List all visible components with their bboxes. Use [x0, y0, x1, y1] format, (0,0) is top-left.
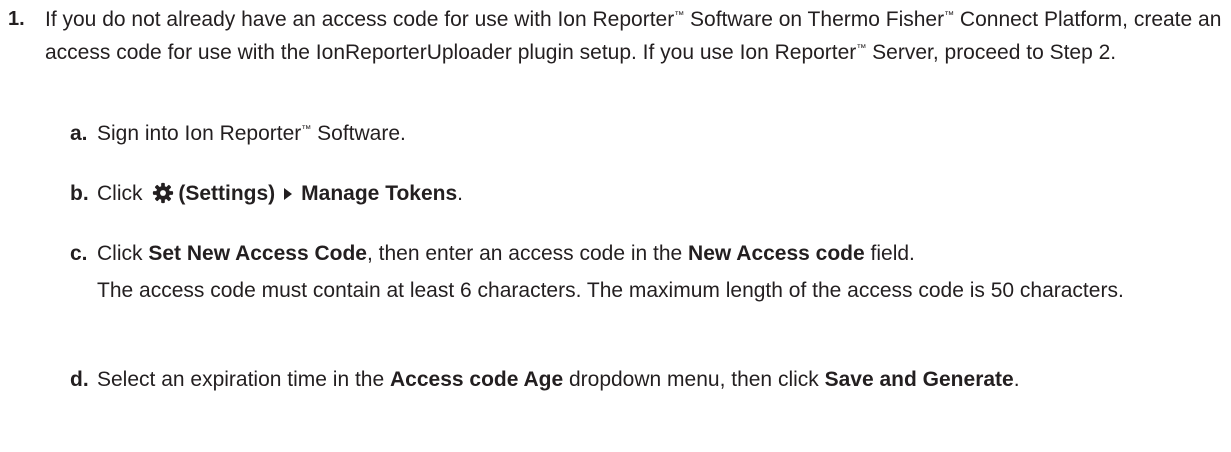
substep-letter: a.: [70, 122, 88, 145]
substep-text-part: field.: [864, 242, 915, 265]
trademark-mark: ™: [856, 42, 867, 54]
substep-d-text: Select an expiration time in the Access …: [97, 364, 1220, 397]
step-1: 1. If you do not already have an access …: [8, 4, 1223, 69]
save-and-generate-label: Save and Generate: [824, 368, 1014, 391]
access-code-age-label: Access code Age: [390, 368, 564, 391]
trademark-mark: ™: [301, 124, 312, 135]
substep-c: c. Click Set New Access Code, then enter…: [70, 238, 1220, 307]
substep-a-text: Sign into Ion Reporter™ Software.: [97, 118, 1220, 151]
substep-b-text: Click (Settings) Manage Tokens.: [97, 178, 1220, 211]
substep-text-part: , then enter an access code in the: [367, 242, 689, 265]
substep-text-part: dropdown menu, then click: [563, 368, 825, 391]
substep-text-part: Sign into Ion Reporter: [97, 122, 302, 145]
substep-text-part: Click: [97, 182, 149, 205]
trademark-mark: ™: [944, 10, 955, 21]
substep-letter: d.: [70, 368, 89, 391]
substep-c-note: The access code must contain at least 6 …: [97, 278, 1124, 302]
set-new-access-code-label: Set New Access Code: [148, 242, 367, 265]
substep-letter: c.: [70, 242, 88, 265]
step-number: 1.: [8, 8, 25, 30]
substep-text-part: Click: [97, 242, 149, 265]
substep-text-part: .: [457, 182, 463, 205]
settings-label: (Settings): [178, 182, 276, 205]
substep-text-part: Software.: [311, 122, 406, 145]
document-page: 1. If you do not already have an access …: [0, 0, 1231, 452]
new-access-code-field-label: New Access code: [688, 242, 865, 265]
substep-c-text: Click Set New Access Code, then enter an…: [97, 238, 1220, 271]
manage-tokens-label: Manage Tokens: [301, 182, 458, 205]
substep-text-part: .: [1013, 368, 1020, 391]
substep-text-part: Select an expiration time in the: [97, 368, 390, 391]
substep-b: b. Click (Settings) Manage Tokens.: [70, 178, 1220, 211]
trademark-mark: ™: [674, 10, 685, 21]
substep-letter: b.: [70, 182, 89, 205]
substep-d: d. Select an expiration time in the Acce…: [70, 364, 1220, 397]
step-text-part: If you do not already have an access cod…: [45, 8, 675, 31]
step-1-text: If you do not already have an access cod…: [45, 4, 1223, 69]
step-text-part: Server, proceed to Step 2.: [866, 40, 1117, 64]
gear-icon: [153, 182, 174, 204]
step-text-part: Software on Thermo Fisher: [684, 8, 945, 31]
menu-arrow-icon: [284, 188, 293, 200]
substep-a: a. Sign into Ion Reporter™ Software.: [70, 118, 1220, 151]
